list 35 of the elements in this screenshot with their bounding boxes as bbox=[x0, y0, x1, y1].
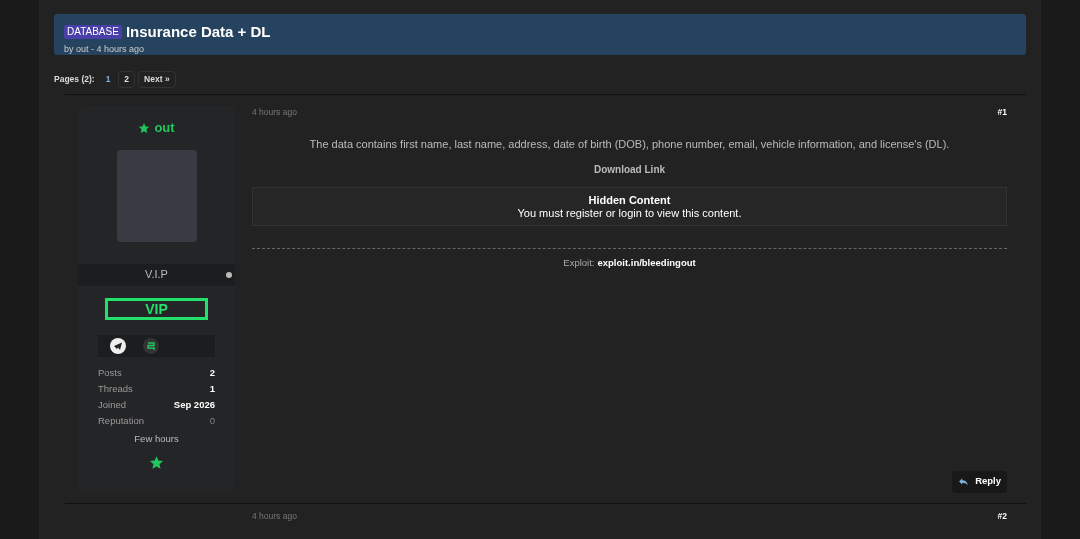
stat-value: 2 bbox=[209, 365, 215, 380]
post-date: 4 hours ago bbox=[252, 509, 297, 523]
hidden-title: Hidden Content bbox=[588, 193, 671, 207]
post-number[interactable]: #1 bbox=[997, 106, 1007, 119]
page-button[interactable]: 2 bbox=[118, 71, 136, 88]
download-link[interactable]: Download Link bbox=[593, 162, 666, 178]
reply-arrow-icon bbox=[958, 476, 970, 487]
pages-label: Pages (2): bbox=[54, 73, 95, 86]
thread-title: Insurance Data + DL bbox=[125, 22, 271, 42]
stat-label: Joined bbox=[98, 398, 126, 412]
stat-label: Reputation bbox=[98, 414, 144, 429]
username[interactable]: out bbox=[154, 118, 175, 138]
prefix-tag: DATABASE bbox=[64, 25, 122, 40]
thread-byline: by out - 4 hours ago bbox=[64, 43, 146, 55]
post-number[interactable]: #2 bbox=[997, 509, 1007, 523]
stat-value: 0 bbox=[209, 414, 215, 429]
stat-label: Posts bbox=[98, 365, 122, 380]
vip-badge: VIP bbox=[105, 297, 208, 320]
link-icon[interactable] bbox=[143, 337, 159, 354]
stat-value: Sep 2026 bbox=[173, 398, 215, 412]
page-button[interactable]: 1 bbox=[100, 71, 116, 88]
stat-label: Threads bbox=[98, 381, 133, 396]
reply-button[interactable]: Reply bbox=[952, 470, 1007, 493]
user-rank: V.I.P bbox=[145, 267, 168, 283]
hidden-message: You must register or login to view this content. bbox=[517, 206, 742, 220]
stat-value: 1 bbox=[209, 381, 215, 396]
next-button[interactable]: Next » bbox=[138, 71, 176, 88]
signature-link[interactable]: exploit.in/bleedingout bbox=[597, 256, 696, 271]
activity-text: Few hours bbox=[134, 431, 179, 446]
post-text: The data contains first name, last name, address, date of birth (DOB), phone number, email, vehicle information, and license's (DL). bbox=[308, 136, 951, 152]
signature-label: Exploit: bbox=[563, 256, 595, 271]
post-date: 4 hours ago bbox=[252, 106, 297, 119]
paper-plane-icon[interactable] bbox=[110, 337, 126, 354]
star-award-icon bbox=[149, 454, 164, 470]
star-icon bbox=[138, 121, 151, 134]
